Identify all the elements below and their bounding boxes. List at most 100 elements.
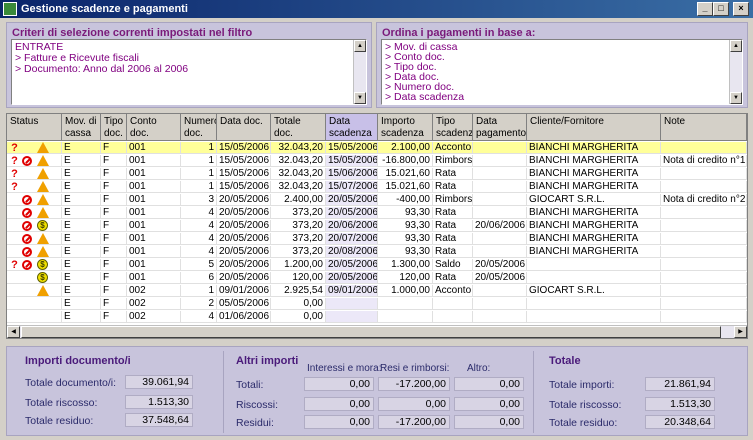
table-row[interactable]: E F 002 1 09/01/2006 2.925,54 09/01/2006 1.000,… xyxy=(7,285,747,298)
cell-conto: 001 xyxy=(127,194,181,206)
cell-conto: 001 xyxy=(127,272,181,284)
maximize-button[interactable]: □ xyxy=(713,2,729,16)
cell-note xyxy=(661,272,747,284)
col-header-tipo-doc[interactable]: Tipo doc. xyxy=(101,114,127,141)
scroll-right-icon[interactable]: ▶ xyxy=(734,326,747,338)
table-row[interactable]: E F 002 4 01/06/2006 0,00 xyxy=(7,311,747,324)
cell-tipo: F xyxy=(101,272,127,284)
scroll-up-icon[interactable]: ▲ xyxy=(730,40,742,52)
cell-data-pag xyxy=(473,311,527,323)
cell-note xyxy=(661,246,747,258)
col-header-data-scadenza[interactable]: Data scadenza xyxy=(326,114,378,141)
scroll-left-icon[interactable]: ◀ xyxy=(7,326,20,338)
altro-header: Altro: xyxy=(467,363,491,374)
scroll-thumb[interactable] xyxy=(21,326,721,338)
cell-totale: 32.043,20 xyxy=(271,142,326,154)
cell-tipo: F xyxy=(101,142,127,154)
cell-note xyxy=(661,207,747,219)
warning-icon xyxy=(37,181,49,192)
totale-title: Totale xyxy=(549,355,581,367)
scroll-down-icon[interactable]: ▼ xyxy=(354,92,366,104)
table-row[interactable]: $ E F 001 6 20/05/2006 120,00 20/05/2006 120,00 R… xyxy=(7,272,747,285)
order-scrollbar[interactable]: ▲ ▼ xyxy=(729,40,742,104)
question-icon: ? xyxy=(11,142,18,154)
cell-cliente xyxy=(527,298,661,310)
cell-numero: 4 xyxy=(181,311,217,323)
col-header-data-doc[interactable]: Data doc. xyxy=(217,114,271,141)
status-cell: ? xyxy=(7,142,62,154)
warning-icon xyxy=(37,207,49,218)
cell-tipo-scad: Rata xyxy=(433,246,473,258)
cell-importo: 120,00 xyxy=(378,272,433,284)
col-header-tipo-scadenza[interactable]: Tipo scadenza xyxy=(433,114,473,141)
grid-horizontal-scrollbar[interactable]: ◀ ▶ xyxy=(7,325,747,338)
cell-tipo: F xyxy=(101,311,127,323)
table-row[interactable]: E F 001 4 20/05/2006 373,20 20/05/2006 93,30 Rat… xyxy=(7,207,747,220)
cell-data-pag xyxy=(473,285,527,297)
table-row[interactable]: ? E F 001 1 15/05/2006 32.043,20 15/06/2006 15.0… xyxy=(7,168,747,181)
coin-icon: $ xyxy=(37,272,48,283)
forbidden-icon xyxy=(22,260,32,270)
col-header-mov[interactable]: Mov. di cassa xyxy=(62,114,101,141)
warning-icon xyxy=(37,285,49,296)
table-row[interactable]: ? E F 001 1 15/05/2006 32.043,20 15/05/2006 2.10… xyxy=(7,142,747,155)
totale-importi-value: 21.861,94 xyxy=(645,377,715,391)
scroll-down-icon[interactable]: ▼ xyxy=(730,92,742,104)
cell-tipo: F xyxy=(101,259,127,271)
col-header-importo-scadenza[interactable]: Importo scadenza xyxy=(378,114,433,141)
cell-importo: 93,30 xyxy=(378,207,433,219)
cell-mov: E xyxy=(62,298,101,310)
cell-totale: 120,00 xyxy=(271,272,326,284)
cell-importo: 93,30 xyxy=(378,220,433,232)
cell-conto: 001 xyxy=(127,155,181,167)
cell-numero: 3 xyxy=(181,194,217,206)
table-row[interactable]: ? $ E F 001 5 20/05/2006 1.200,00 20/05/2006 1.30… xyxy=(7,259,747,272)
altri-totali-resi: -17.200,00 xyxy=(378,377,450,391)
altri-totali-label: Totali: xyxy=(236,379,264,391)
cell-data-scad: 15/05/2006 xyxy=(326,142,378,154)
col-header-conto-doc[interactable]: Conto doc. xyxy=(127,114,181,141)
cell-conto: 002 xyxy=(127,285,181,297)
minimize-button[interactable]: _ xyxy=(697,2,713,16)
cell-tipo: F xyxy=(101,220,127,232)
forbidden-icon xyxy=(22,234,32,244)
cell-tipo-scad: Rata xyxy=(433,168,473,180)
table-row[interactable]: ? E F 001 1 15/05/2006 32.043,20 15/07/2006 15.0… xyxy=(7,181,747,194)
table-row[interactable]: E F 001 3 20/05/2006 2.400,00 20/05/2006 -400,0… xyxy=(7,194,747,207)
status-cell xyxy=(7,194,62,206)
col-header-note[interactable]: Note xyxy=(661,114,747,141)
cell-importo: -400,00 xyxy=(378,194,433,206)
order-list[interactable]: > Mov. di cassa > Conto doc. > Tipo doc.… xyxy=(381,39,743,105)
col-header-cliente[interactable]: Cliente/Fornitore xyxy=(527,114,661,141)
close-button[interactable]: × xyxy=(733,2,749,16)
cell-data-scad: 20/05/2006 xyxy=(326,272,378,284)
status-cell xyxy=(7,298,62,310)
col-header-totale-doc[interactable]: Totale doc. xyxy=(271,114,326,141)
col-header-data-pagamento[interactable]: Data pagamento xyxy=(473,114,527,141)
filter-criteria-list[interactable]: ENTRATE > Fatture e Ricevute fiscali > D… xyxy=(11,39,367,105)
scroll-up-icon[interactable]: ▲ xyxy=(354,40,366,52)
table-row[interactable]: E F 001 4 20/05/2006 373,20 20/08/2006 93,30 Rat… xyxy=(7,246,747,259)
cell-conto: 001 xyxy=(127,168,181,180)
table-row[interactable]: E F 001 4 20/05/2006 373,20 20/07/2006 93,30 Rat… xyxy=(7,233,747,246)
filter-scrollbar[interactable]: ▲ ▼ xyxy=(353,40,366,104)
payments-grid[interactable]: Status Mov. di cassa Tipo doc. Conto doc… xyxy=(6,113,748,339)
table-row[interactable]: ? E F 001 1 15/05/2006 32.043,20 15/05/2006 -16.… xyxy=(7,155,747,168)
cell-tipo-scad: Rimborso xyxy=(433,155,473,167)
cell-note xyxy=(661,168,747,180)
table-row[interactable]: E F 002 2 05/05/2006 0,00 xyxy=(7,298,747,311)
totale-documento-value: 39.061,94 xyxy=(125,375,193,389)
col-header-status[interactable]: Status xyxy=(7,114,62,141)
cell-data-scad: 15/07/2006 xyxy=(326,181,378,193)
cell-conto: 001 xyxy=(127,246,181,258)
cell-data-doc: 15/05/2006 xyxy=(217,155,271,167)
cell-importo: 1.000,00 xyxy=(378,285,433,297)
col-header-numero-doc[interactable]: Numero doc. xyxy=(181,114,217,141)
cell-numero: 1 xyxy=(181,142,217,154)
cell-importo: 15.021,60 xyxy=(378,168,433,180)
cell-note xyxy=(661,259,747,271)
cell-tipo: F xyxy=(101,207,127,219)
cell-conto: 002 xyxy=(127,311,181,323)
table-row[interactable]: $ E F 001 4 20/05/2006 373,20 20/06/2006 93,30 Ra… xyxy=(7,220,747,233)
cell-numero: 2 xyxy=(181,298,217,310)
